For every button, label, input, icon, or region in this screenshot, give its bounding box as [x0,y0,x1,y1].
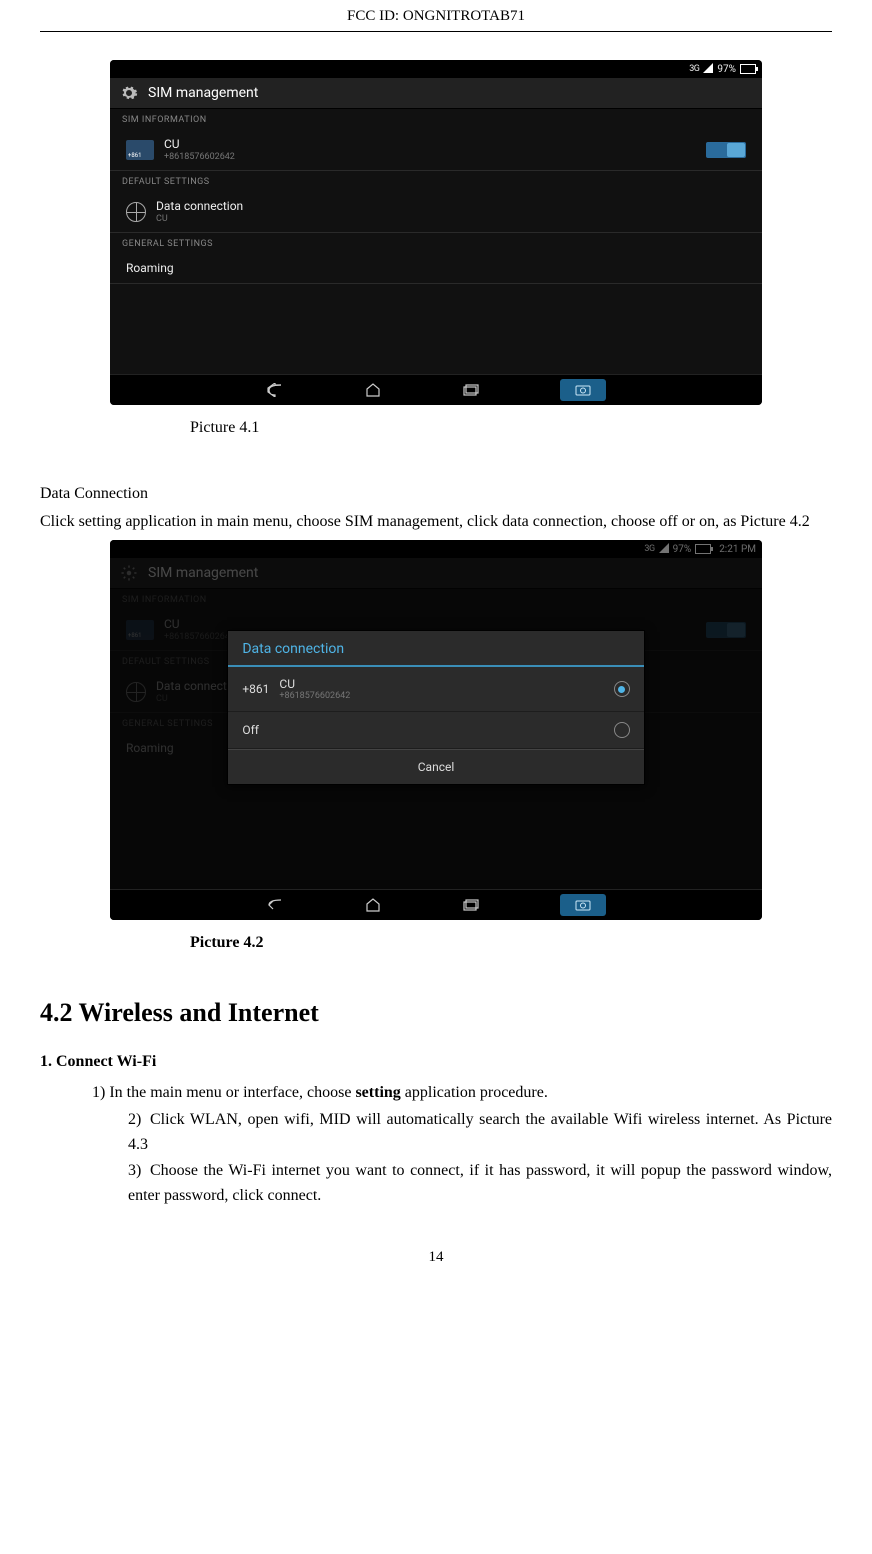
gear-icon [120,84,138,102]
screenshot-4-1: 3G 97% SIM management SIM INFORMATION +8… [110,60,762,405]
nav-bar-2 [110,889,762,920]
setting-bold: setting [355,1084,400,1101]
dialog-option-off[interactable]: Off [228,712,643,749]
step-3-num: 3) [128,1159,150,1184]
dialog-cancel-button[interactable]: Cancel [228,749,643,784]
capture-icon[interactable] [560,379,606,401]
network-type: 3G [689,64,699,74]
step-2-text: Click WLAN, open wifi, MID will automati… [128,1111,832,1153]
home-icon-2[interactable] [364,898,382,912]
status-bar: 3G 97% [110,60,762,78]
wifi-step-1: 1) In the main menu or interface, choose… [92,1081,832,1106]
document-page: FCC ID: ONGNITROTAB71 3G 97% SIM managem… [0,0,872,1306]
body-heading: Data Connection [40,481,832,507]
data-conn-labels: Data connection CU [156,199,746,224]
sim-chip-icon: +861 [126,140,154,160]
connect-wifi-heading: 1. Connect Wi-Fi [40,1050,832,1075]
opt-cu-num: +8618576602642 [279,691,603,701]
sim-number: +8618576602642 [164,152,696,162]
section-4-2-title: 4.2 Wireless and Internet [40,998,832,1028]
fcc-label: FCC ID: [347,8,399,24]
body-para: Click setting application in main menu, … [40,509,832,535]
nav-bar [110,374,762,405]
dialog-title: Data connection [228,631,643,667]
caption-4-1: Picture 4.1 [190,419,832,437]
recent-icon[interactable] [462,383,480,397]
back-icon[interactable] [266,383,284,397]
sim-toggle[interactable] [706,142,746,158]
radio-selected-icon [614,681,630,697]
radio-unselected-icon [614,722,630,738]
battery-percent: 97% [717,64,736,75]
back-icon-2[interactable] [266,898,284,912]
dialog-option-cu[interactable]: +861 CU +8618576602642 [228,667,643,712]
wifi-step-2: 2)Click WLAN, open wifi, MID will automa… [128,1108,832,1158]
section-sim-info: SIM INFORMATION [110,109,762,129]
empty-space [110,284,762,374]
body-text-data-connection: Data Connection Click setting applicatio… [40,481,832,534]
roaming-title: Roaming [126,261,746,275]
tablet-ui-1: 3G 97% SIM management SIM INFORMATION +8… [110,60,762,405]
page-number: 14 [40,1249,832,1266]
roaming-row[interactable]: Roaming [110,253,762,284]
opt-off-label: Off [242,723,603,737]
capture-icon-2[interactable] [560,894,606,916]
screen-title: SIM management [148,85,258,101]
signal-icon [703,63,713,76]
data-connection-dialog: Data connection +861 CU +8618576602642 O… [227,630,644,785]
sim-chip-icon-dlg: +861 [242,682,269,696]
screenshot-4-2: 3G 97% 2:21 PM SIM management SIM INFORM… [110,540,762,920]
globe-icon [126,202,146,222]
data-conn-sub: CU [156,214,746,224]
home-icon[interactable] [364,383,382,397]
section-default: DEFAULT SETTINGS [110,171,762,191]
roaming-labels: Roaming [126,261,746,275]
tablet-ui-2: 3G 97% 2:21 PM SIM management SIM INFORM… [110,540,762,920]
step-3-text: Choose the Wi-Fi internet you want to co… [128,1162,832,1204]
sim-labels: CU +8618576602642 [164,137,696,162]
step-2-num: 2) [128,1108,150,1133]
caption-4-2: Picture 4.2 [190,934,832,952]
wifi-instructions: 1. Connect Wi-Fi 1) In the main menu or … [40,1050,832,1209]
title-bar: SIM management [110,78,762,109]
data-connection-row[interactable]: Data connection CU [110,191,762,233]
section-general: GENERAL SETTINGS [110,233,762,253]
opt-cu-name: CU [279,677,603,691]
page-header: FCC ID: ONGNITROTAB71 [40,0,832,32]
data-conn-title: Data connection [156,199,746,213]
fcc-id-value: ONGNITROTAB71 [403,8,525,24]
sim-name: CU [164,137,696,151]
wifi-step-3: 3)Choose the Wi-Fi internet you want to … [128,1159,832,1209]
recent-icon-2[interactable] [462,898,480,912]
sim-row[interactable]: +861 CU +8618576602642 [110,129,762,171]
battery-icon [740,64,756,74]
